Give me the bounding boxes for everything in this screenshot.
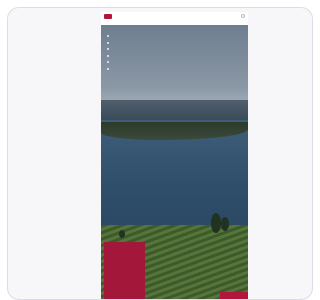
hero-image — [101, 25, 248, 299]
preview-card — [7, 7, 313, 300]
bullet-icon — [107, 61, 109, 63]
menu-item-4[interactable] — [107, 53, 147, 59]
menu-item-5[interactable] — [107, 59, 147, 65]
info-panel — [104, 242, 145, 299]
search-icon[interactable] — [241, 14, 245, 18]
menu-item-3[interactable] — [107, 46, 147, 52]
brand-name — [114, 13, 154, 17]
mobile-page-preview — [101, 12, 248, 299]
menu-item-6[interactable] — [107, 66, 147, 72]
brand-logo[interactable] — [104, 14, 112, 19]
brand-tagline — [104, 20, 164, 24]
top-bar — [101, 12, 248, 25]
navigation-menu — [107, 33, 147, 72]
menu-item-1[interactable] — [107, 33, 147, 39]
bullet-icon — [107, 54, 109, 57]
bullet-icon — [107, 41, 109, 44]
cta-button[interactable] — [220, 292, 248, 299]
tree — [119, 230, 125, 238]
far-hills — [101, 100, 248, 120]
bullet-icon — [107, 48, 109, 50]
bullet-icon — [107, 67, 109, 70]
tree — [221, 217, 229, 231]
menu-item-2[interactable] — [107, 40, 147, 46]
bullet-icon — [107, 35, 109, 37]
tree — [211, 213, 221, 233]
